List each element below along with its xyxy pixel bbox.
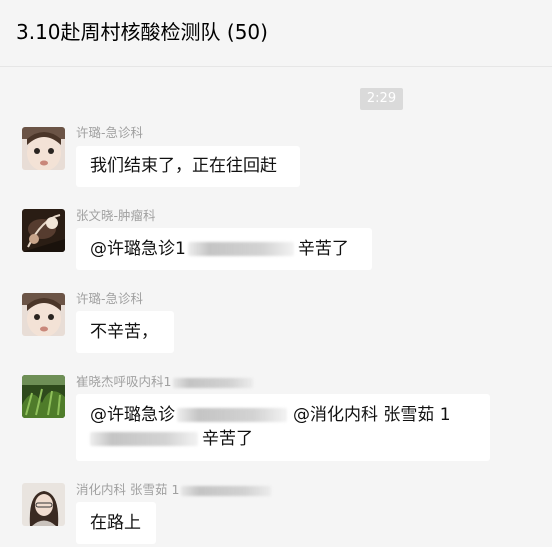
redacted-block — [177, 408, 287, 422]
sender-name: 崔晓杰呼吸内科1 — [76, 371, 254, 390]
redacted-block — [181, 485, 272, 496]
message-bubble[interactable]: 我们结束了，正在往回赶 — [76, 146, 300, 187]
sender-name: 消化内科 张雪茹 1 — [76, 479, 272, 498]
redacted-block — [187, 242, 294, 256]
avatar-woman-image — [22, 483, 65, 526]
avatar-plant-image — [22, 375, 65, 418]
message-timestamp: 2:29 — [360, 88, 403, 110]
avatar[interactable] — [22, 375, 65, 418]
message-bubble[interactable]: @许璐急诊 @消化内科 张雪茹 1 辛苦了 — [76, 394, 490, 461]
message-text: 辛苦了 — [202, 429, 253, 449]
message-text: 我们结束了，正在往回赶 — [90, 156, 277, 176]
avatar[interactable] — [22, 209, 65, 252]
message-text: 不辛苦， — [90, 322, 158, 342]
redacted-block — [173, 377, 254, 388]
mention-text: @消化内科 张雪茹 1 — [293, 405, 451, 425]
sender-name: 张文晓-肿瘤科 — [76, 208, 156, 223]
mention-text: @许璐急诊1 — [90, 239, 186, 259]
mention-text: @许璐急诊 — [90, 405, 175, 425]
sender-name: 许璐-急诊科 — [76, 125, 144, 140]
sender-name: 许璐-急诊科 — [76, 291, 144, 306]
message-bubble[interactable]: @许璐急诊1 辛苦了 — [76, 228, 372, 270]
message-text: 辛苦了 — [297, 239, 349, 259]
message-bubble[interactable]: 不辛苦， — [76, 311, 174, 353]
message-bubble[interactable]: 在路上 — [76, 502, 156, 544]
avatar[interactable] — [22, 127, 65, 170]
avatar[interactable] — [22, 293, 65, 336]
message-text: 在路上 — [90, 513, 141, 533]
redacted-block — [90, 432, 198, 446]
avatar-child-image — [22, 127, 65, 170]
avatar[interactable] — [22, 483, 65, 526]
chat-title: 3.10赴周村核酸检测队 (50) — [16, 20, 268, 44]
avatar-child-image — [22, 293, 65, 336]
avatar-flower-image — [22, 209, 65, 252]
chat-header: 3.10赴周村核酸检测队 (50) — [0, 0, 552, 67]
